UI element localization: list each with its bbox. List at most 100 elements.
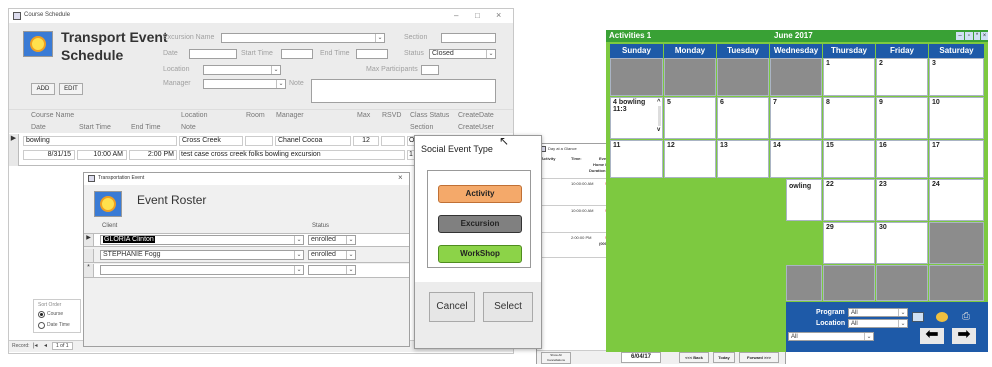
cell-end-time[interactable]: 2:00 PM: [129, 150, 177, 160]
filter-select[interactable]: All ⌄: [788, 332, 874, 341]
cell-start-time[interactable]: 10:00 AM: [77, 150, 127, 160]
calendar-day-cell[interactable]: 11: [610, 140, 663, 178]
calendar-day-cell[interactable]: [786, 265, 822, 301]
calendar-day-cell[interactable]: 9: [876, 97, 928, 139]
cell-date[interactable]: 8/31/15: [23, 150, 75, 160]
row-selector[interactable]: ▶: [84, 234, 94, 246]
scrollbar-track[interactable]: [658, 106, 661, 126]
location-select[interactable]: ⌄: [203, 65, 281, 75]
cell-course-name[interactable]: bowling: [23, 136, 177, 146]
record-selector[interactable]: ▶: [9, 134, 19, 166]
date-input[interactable]: [189, 49, 237, 59]
calendar-day-cell[interactable]: [876, 265, 928, 301]
calendar-day-cell[interactable]: [929, 265, 984, 301]
calendar-day-cell[interactable]: 3: [929, 58, 984, 96]
calendar-day-cell[interactable]: 6: [717, 97, 769, 139]
calendar-day-cell[interactable]: 8: [823, 97, 875, 139]
maximize-icon[interactable]: □: [475, 11, 480, 20]
calendar-day-cell[interactable]: 14: [770, 140, 822, 178]
status-select[interactable]: enrolled ⌄: [308, 235, 356, 245]
select-button[interactable]: Select: [483, 292, 533, 322]
calendar-view-icon[interactable]: [912, 312, 924, 322]
new-client-select[interactable]: ⌄: [100, 265, 304, 275]
minimize-icon[interactable]: –: [454, 11, 458, 20]
new-row[interactable]: * ⌄ ⌄: [84, 264, 409, 278]
calendar-day-cell[interactable]: 15: [823, 140, 875, 178]
max-participants-input[interactable]: [421, 65, 439, 75]
client-select[interactable]: GLORIA Clinton ⌄: [100, 235, 304, 245]
show-all-cancellations-button[interactable]: Show All Cancellations: [541, 352, 571, 364]
prev-record-icon[interactable]: ◂: [44, 342, 47, 349]
calendar-day-cell[interactable]: [717, 58, 769, 96]
forward-button[interactable]: Forward >>>: [739, 352, 779, 363]
calendar-day-cell[interactable]: 29: [823, 222, 875, 264]
cell-manager[interactable]: Chanel Cocoa: [275, 136, 351, 146]
cell-room[interactable]: [245, 136, 273, 146]
cal-restore-icon[interactable]: ▫: [965, 32, 973, 40]
calendar-day-cell[interactable]: 30: [876, 222, 928, 264]
calendar-day-cell[interactable]: 13: [717, 140, 769, 178]
cell-max[interactable]: 12: [353, 136, 379, 146]
end-time-input[interactable]: [356, 49, 388, 59]
calendar-day-cell[interactable]: 2: [876, 58, 928, 96]
calendar-day-cell[interactable]: 24: [929, 179, 984, 221]
today-button[interactable]: Today: [713, 352, 735, 363]
current-date-field[interactable]: 6/04/17: [621, 352, 661, 363]
excursion-button[interactable]: Excursion: [438, 215, 522, 233]
note-input[interactable]: [311, 79, 496, 103]
client-select[interactable]: STEPHANIE Fogg ⌄: [100, 250, 304, 260]
calendar-day-cell[interactable]: [770, 58, 822, 96]
status-select[interactable]: enrolled ⌄: [308, 250, 356, 260]
roster-close-icon[interactable]: ×: [398, 173, 403, 182]
edit-button[interactable]: EDIT: [59, 83, 83, 95]
calendar-day-cell[interactable]: 1: [823, 58, 875, 96]
previous-month-arrow-icon[interactable]: ⬅: [920, 327, 944, 344]
cal-pin-icon[interactable]: *: [974, 32, 980, 40]
activity-button[interactable]: Activity: [438, 185, 522, 203]
record-position[interactable]: 1 of 1: [52, 342, 73, 350]
location-select[interactable]: All ⌄: [848, 319, 908, 328]
calendar-day-cell[interactable]: 7: [770, 97, 822, 139]
calendar-day-cell[interactable]: 10: [929, 97, 984, 139]
cancel-button[interactable]: Cancel: [429, 292, 475, 322]
section-input[interactable]: [441, 33, 496, 43]
calendar-day-cell[interactable]: 5: [664, 97, 716, 139]
print-icon[interactable]: ⎙: [962, 311, 970, 322]
notes-icon[interactable]: [936, 312, 948, 322]
calendar-day-cell[interactable]: 17: [929, 140, 984, 178]
scroll-down-icon[interactable]: v: [657, 127, 660, 133]
close-icon[interactable]: ×: [496, 10, 501, 20]
calendar-day-cell-with-event[interactable]: 4 bowling 11:3 ^ v: [610, 97, 663, 139]
excursion-name-select[interactable]: ⌄: [221, 33, 385, 43]
calendar-day-cell[interactable]: [823, 265, 875, 301]
program-select[interactable]: All ⌄: [848, 308, 908, 317]
event-entry[interactable]: 4 bowling 11:3: [613, 99, 651, 113]
start-time-input[interactable]: [281, 49, 313, 59]
next-month-arrow-icon[interactable]: ➡: [952, 327, 976, 344]
calendar-day-cell[interactable]: [610, 58, 663, 96]
table-row[interactable]: STEPHANIE Fogg ⌄ enrolled ⌄: [84, 249, 409, 263]
add-button[interactable]: ADD: [31, 83, 55, 95]
cal-minimize-icon[interactable]: –: [956, 32, 964, 40]
new-status-select[interactable]: ⌄: [308, 265, 356, 275]
calendar-day-cell[interactable]: 23: [876, 179, 928, 221]
calendar-day-cell[interactable]: 16: [876, 140, 928, 178]
status-select[interactable]: Closed ⌄: [429, 49, 496, 59]
new-row-selector[interactable]: *: [84, 264, 94, 277]
calendar-day-cell[interactable]: 22: [823, 179, 875, 221]
row-selector[interactable]: [84, 249, 94, 262]
cal-close-icon[interactable]: ×: [981, 32, 988, 40]
calendar-day-cell[interactable]: [929, 222, 984, 264]
sort-course-radio[interactable]: [38, 311, 45, 318]
workshop-button[interactable]: WorkShop: [438, 245, 522, 263]
cell-rsvd[interactable]: [381, 136, 405, 146]
first-record-icon[interactable]: |◂: [33, 342, 38, 349]
back-button[interactable]: <<< Back: [679, 352, 709, 363]
cell-location[interactable]: Cross Creek: [179, 136, 243, 146]
scroll-up-icon[interactable]: ^: [657, 99, 661, 105]
table-row[interactable]: ▶ GLORIA Clinton ⌄ enrolled ⌄: [84, 233, 409, 247]
cell-note[interactable]: test case cross creek folks bowling excu…: [179, 150, 405, 160]
calendar-day-cell[interactable]: owling: [786, 179, 822, 221]
calendar-day-cell[interactable]: [664, 58, 716, 96]
calendar-day-cell[interactable]: 12: [664, 140, 716, 178]
